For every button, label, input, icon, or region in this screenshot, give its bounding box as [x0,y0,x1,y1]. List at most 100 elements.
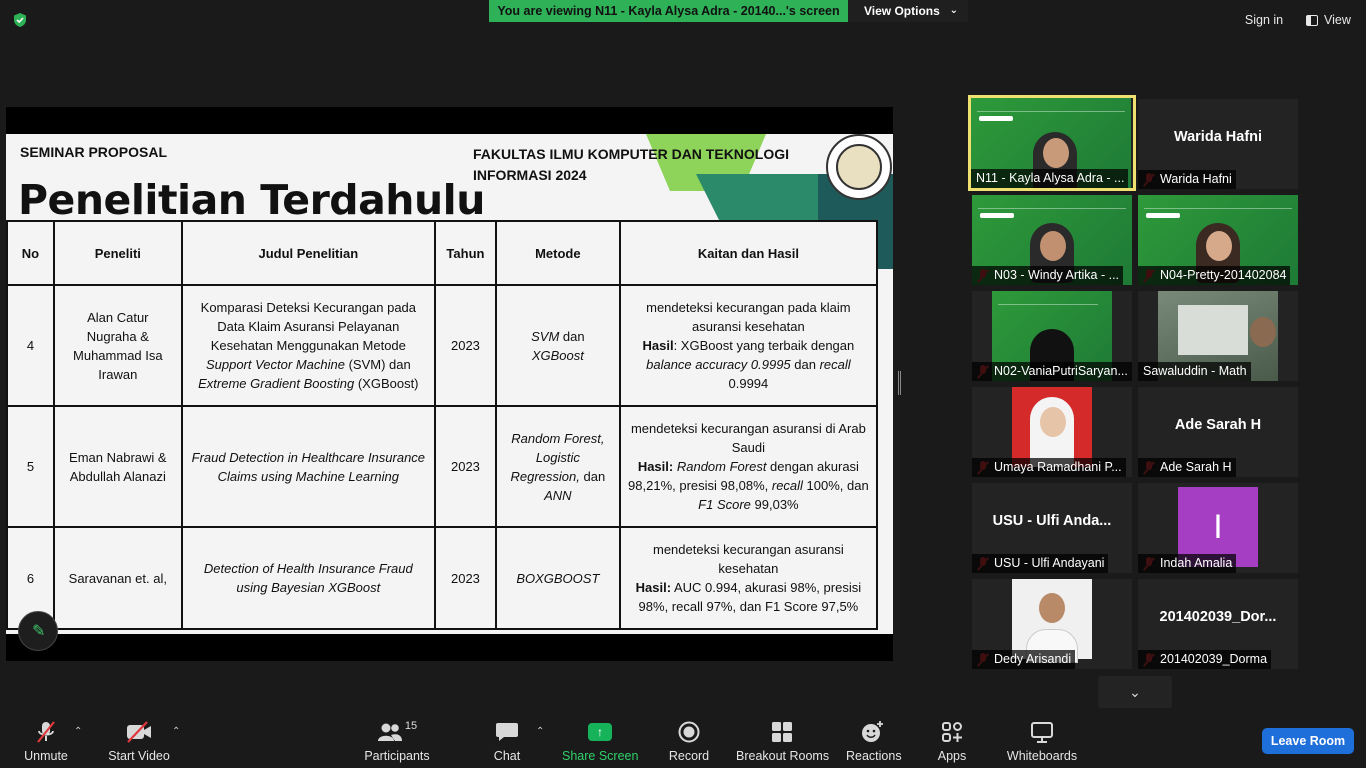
shared-screen[interactable]: SEMINAR PROPOSAL FAKULTAS ILMU KOMPUTER … [6,107,893,661]
gallery-scroll-down-button[interactable]: ⌄ [1098,676,1172,708]
text: Hasil: [635,580,672,595]
participants-button[interactable]: 15 Participants [362,720,432,766]
table-header-row: No Peneliti Judul Penelitian Tahun Metod… [6,220,879,286]
video-tile[interactable]: N02-VaniaPutriSaryan... [972,291,1132,381]
view-options-button[interactable]: View Options ⌄ [848,0,968,22]
video-tile[interactable]: N04-Pretty-201402084 [1138,195,1298,285]
start-video-button[interactable]: Start Video [104,720,174,766]
apps-icon [942,722,962,742]
video-tile[interactable]: N11 - Kayla Alysa Adra - ... [968,95,1136,191]
audio-options-chevron-icon[interactable]: ⌃ [74,726,82,737]
video-tile[interactable]: Sawaluddin - Math [1138,291,1298,381]
whiteboards-button[interactable]: Whiteboards [1004,720,1080,766]
share-screen-button[interactable]: ↑ Share Screen [562,720,638,766]
video-tile[interactable]: Umaya Ramadhani P... [972,387,1132,477]
tile-name: USU - Ulfi Andayani [972,554,1109,573]
share-screen-icon: ↑ [588,723,612,741]
tile-display-name: Ade Sarah H [1174,417,1262,433]
chevron-down-icon: ⌄ [949,5,958,16]
video-tile[interactable]: Ade Sarah H Ade Sarah H [1138,387,1298,477]
text: 99,03% [750,497,799,512]
participant-face [1040,407,1066,437]
text: Komparasi Deteksi Kecurangan pada Data K… [200,300,417,353]
video-tile[interactable]: I Indah Amalia [1138,483,1298,573]
video-tile[interactable]: Warida Hafni Warida Hafni [1138,99,1298,189]
chat-icon [496,723,518,741]
apps-label: Apps [937,749,967,763]
participant-face [1040,231,1066,261]
text: Support Vector Machine [205,357,345,372]
unmute-label: Unmute [24,749,68,763]
cell-tahun: 2023 [433,284,497,407]
tile-name: N11 - Kayla Alysa Adra - ... [971,169,1129,188]
whiteboard-icon [1031,722,1053,743]
text: mendeteksi kecurangan asuransi di Arab S… [630,421,866,455]
cell-hasil: mendeteksi kecurangan pada klaim asurans… [618,284,879,407]
table-row: 4 Alan Catur Nugraha & Muhammad Isa Iraw… [6,284,879,407]
slide-label: SEMINAR PROPOSAL [20,144,168,160]
participants-count: 15 [404,720,418,732]
tile-name: Indah Amalia [1138,554,1237,573]
table-row: 6 Saravanan et. al, Detection of Health … [6,526,879,630]
tile-name: N02-VaniaPutriSaryan... [972,362,1132,381]
layout-icon [1306,14,1318,26]
apps-button[interactable]: Apps [934,720,970,766]
annotate-button[interactable]: ✎ [18,611,58,651]
slide-title: Penelitian Terdahulu [18,176,485,224]
participant-face [1039,593,1065,623]
record-button[interactable]: Record [666,720,712,766]
text: ANN [544,487,572,503]
participant-face [1043,138,1069,168]
tile-name: Dedy Arisandi [972,650,1076,669]
cell-tahun: 2023 [433,526,497,630]
view-label: View [1324,13,1351,27]
tile-name: Sawaluddin - Math [1138,362,1251,381]
record-icon [678,721,700,743]
cell-no: 5 [6,405,55,528]
cell-metode: SVM dan XGBoost [494,284,621,407]
video-options-chevron-icon[interactable]: ⌃ [172,726,180,737]
video-tile[interactable]: Dedy Arisandi [972,579,1132,669]
text: Random Forest [676,459,767,474]
security-shield-icon[interactable] [12,12,28,28]
text: F1 Score [698,497,751,512]
chat-label: Chat [493,749,521,763]
breakout-rooms-button[interactable]: Breakout Rooms [736,720,829,766]
view-button[interactable]: View [1300,8,1358,32]
leave-room-button[interactable]: Leave Room [1262,728,1354,754]
cell-hasil: mendeteksi kecurangan asuransi kesehatan… [618,526,879,630]
video-tile[interactable]: USU - Ulfi Anda... USU - Ulfi Andayani [972,483,1132,573]
reactions-button[interactable]: Reactions [846,720,902,766]
text: recall [771,478,803,493]
meeting-toolbar: Unmute ⌃ Start Video ⌃ 15 Participants C… [0,712,1366,768]
unmute-button[interactable]: Unmute [18,720,74,766]
video-tile[interactable]: N03 - Windy Artika - ... [972,195,1132,285]
viewing-banner: You are viewing N11 - Kayla Alysa Adra -… [489,0,968,22]
text: 100%, dan [802,478,869,493]
tile-name: Ade Sarah H [1138,458,1236,477]
participant-gallery: N11 - Kayla Alysa Adra - ... Warida Hafn… [968,95,1303,675]
table-row: 5 Eman Nabrawi & Abdullah Alanazi Fraud … [6,405,879,528]
video-tile[interactable]: 201402039_Dor... 201402039_Dorma [1138,579,1298,669]
text: Hasil [642,338,674,353]
text: XGBoost [531,347,584,363]
resize-handle[interactable] [898,371,901,395]
chat-button[interactable]: Chat [486,720,528,766]
text: balance accuracy 0.9995 [646,357,791,372]
sign-in-button[interactable]: Sign in [1235,8,1293,32]
tile-display-name: USU - Ulfi Anda... [992,513,1112,529]
start-video-label: Start Video [108,749,170,763]
tile-name: Warida Hafni [1138,170,1236,189]
text: dan [579,468,606,484]
chat-options-chevron-icon[interactable]: ⌃ [536,726,544,737]
cell-peneliti: Saravanan et. al, [52,526,183,630]
text: 0.9994 [728,376,769,391]
column-header: Peneliti [52,220,183,286]
text: mendeteksi kecurangan asuransi kesehatan [653,542,844,576]
text: Hasil: [637,459,674,474]
text: mendeteksi kecurangan pada klaim asurans… [646,300,851,334]
slide-faculty: FAKULTAS ILMU KOMPUTER DAN TEKNOLOGI INF… [473,146,790,183]
research-table: No Peneliti Judul Penelitian Tahun Metod… [6,220,879,630]
cell-judul: Detection of Health Insurance Fraud usin… [180,526,436,630]
participants-icon [377,723,402,741]
